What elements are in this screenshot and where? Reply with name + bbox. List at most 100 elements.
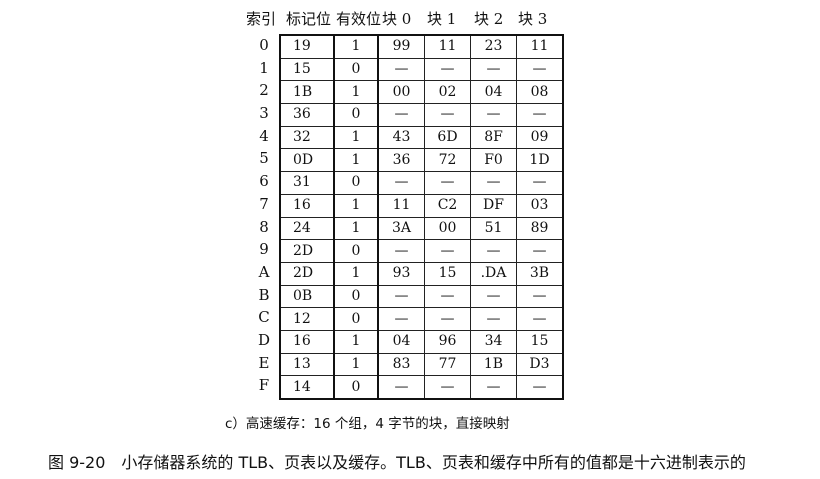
row-index: E: [258, 353, 270, 372]
block2-cell: DF: [470, 193, 517, 218]
table-row: 15 0— — — —: [279, 57, 564, 82]
block3-cell: 03: [516, 193, 564, 218]
block1-cell: 77: [424, 352, 471, 377]
block0-cell: —: [377, 171, 425, 195]
tag-cell: 0D: [279, 148, 335, 173]
tag-cell: 32: [279, 125, 335, 150]
block3-cell: —: [516, 307, 564, 331]
block1-cell: —: [424, 284, 471, 309]
tag-cell: 16: [279, 329, 335, 354]
block1-cell: 00: [424, 216, 471, 241]
block2-cell: —: [470, 103, 517, 127]
row-index: 5: [259, 149, 269, 168]
tag-cell: 15: [279, 57, 335, 82]
block0-cell: —: [377, 284, 425, 309]
valid-cell: 0: [333, 284, 379, 309]
row-index: C: [258, 308, 270, 327]
tag-cell: 24: [279, 216, 335, 241]
valid-cell: 0: [333, 239, 379, 263]
valid-cell: 0: [333, 375, 379, 400]
block3-cell: 3B: [516, 261, 564, 286]
block0-cell: 04: [377, 329, 425, 354]
block1-cell: C2: [424, 193, 471, 218]
block2-cell: F0: [470, 148, 517, 173]
row-index: 9: [259, 240, 269, 259]
figure-caption: 图 9-20 小存储器系统的 TLB、页表以及缓存。TLB、页表和缓存中所有的值…: [48, 453, 746, 472]
tag-cell: 14: [279, 375, 335, 400]
tag-cell: 31: [279, 171, 335, 195]
tag-cell: 12: [279, 307, 335, 331]
table-row: 31 0— — — —: [279, 171, 564, 195]
block1-cell: 02: [424, 80, 471, 105]
block1-cell: 96: [424, 329, 471, 354]
valid-cell: 0: [333, 171, 379, 195]
block0-cell: 11: [377, 193, 425, 218]
block0-cell: —: [377, 307, 425, 331]
tag-cell: 1B: [279, 80, 335, 105]
row-index: 4: [259, 126, 269, 145]
block2-cell: 51: [470, 216, 517, 241]
block2-cell: —: [470, 375, 517, 400]
block3-cell: 09: [516, 125, 564, 150]
block3-cell: —: [516, 103, 564, 127]
block1-cell: 6D: [424, 125, 471, 150]
valid-cell: 0: [333, 307, 379, 331]
row-index: 6: [259, 172, 269, 191]
valid-cell: 1: [333, 352, 379, 377]
header-valid: 有效位: [336, 10, 382, 28]
valid-cell: 1: [333, 34, 379, 59]
block3-cell: 89: [516, 216, 564, 241]
block2-cell: 04: [470, 80, 517, 105]
valid-cell: 1: [333, 193, 379, 218]
valid-cell: 1: [333, 329, 379, 354]
row-index: 0: [259, 36, 269, 54]
block3-cell: —: [516, 284, 564, 309]
table-row: 16 1 11 C2 DF 03: [279, 193, 564, 218]
block2-cell: —: [470, 57, 517, 82]
block1-cell: —: [424, 103, 471, 127]
block2-cell: 34: [470, 329, 517, 354]
block2-cell: —: [470, 171, 517, 195]
block0-cell: 36: [377, 148, 425, 173]
row-index: 3: [259, 104, 269, 123]
table-row: 24 1 3A 00 51 89: [279, 216, 564, 241]
header-block3: 块 3: [518, 10, 548, 28]
table-row: 2D 0— — — —: [279, 239, 564, 263]
block3-cell: 11: [516, 34, 564, 59]
block0-cell: 00: [377, 80, 425, 105]
tag-cell: 2D: [279, 239, 335, 263]
block2-cell: 1B: [470, 352, 517, 377]
row-index: 7: [259, 194, 269, 213]
block3-cell: 08: [516, 80, 564, 105]
block1-cell: —: [424, 57, 471, 82]
row-index: 8: [259, 217, 269, 236]
block1-cell: 15: [424, 261, 471, 286]
row-index: A: [258, 262, 270, 281]
block2-cell: —: [470, 307, 517, 331]
block0-cell: —: [377, 239, 425, 263]
column-headers: 索引 标记位 有效位 块 0 块 1 块 2 块 3: [0, 8, 820, 32]
table-row: 12 0— — — —: [279, 307, 564, 331]
block1-cell: —: [424, 171, 471, 195]
header-block1: 块 1: [427, 10, 457, 28]
table-row: 13 1 83 77 1B D3: [279, 352, 564, 377]
valid-cell: 1: [333, 125, 379, 150]
valid-cell: 0: [333, 103, 379, 127]
block1-cell: —: [424, 375, 471, 400]
table-row: 0B 0— — — —: [279, 284, 564, 309]
block3-cell: —: [516, 57, 564, 82]
block1-cell: —: [424, 307, 471, 331]
table-row: 14 0— — — —: [279, 375, 564, 400]
tag-cell: 16: [279, 193, 335, 218]
valid-cell: 0: [333, 57, 379, 82]
block0-cell: —: [377, 375, 425, 400]
table-row: 36 0— — — —: [279, 103, 564, 127]
block1-cell: —: [424, 239, 471, 263]
tag-cell: 36: [279, 103, 335, 127]
block0-cell: —: [377, 103, 425, 127]
block0-cell: 99: [377, 34, 425, 59]
block0-cell: 43: [377, 125, 425, 150]
header-block2: 块 2: [474, 10, 504, 28]
table-row: 2D 1 93 15 .DA 3B: [279, 261, 564, 286]
table-row: 1B 1 00 02 04 08: [279, 80, 564, 105]
